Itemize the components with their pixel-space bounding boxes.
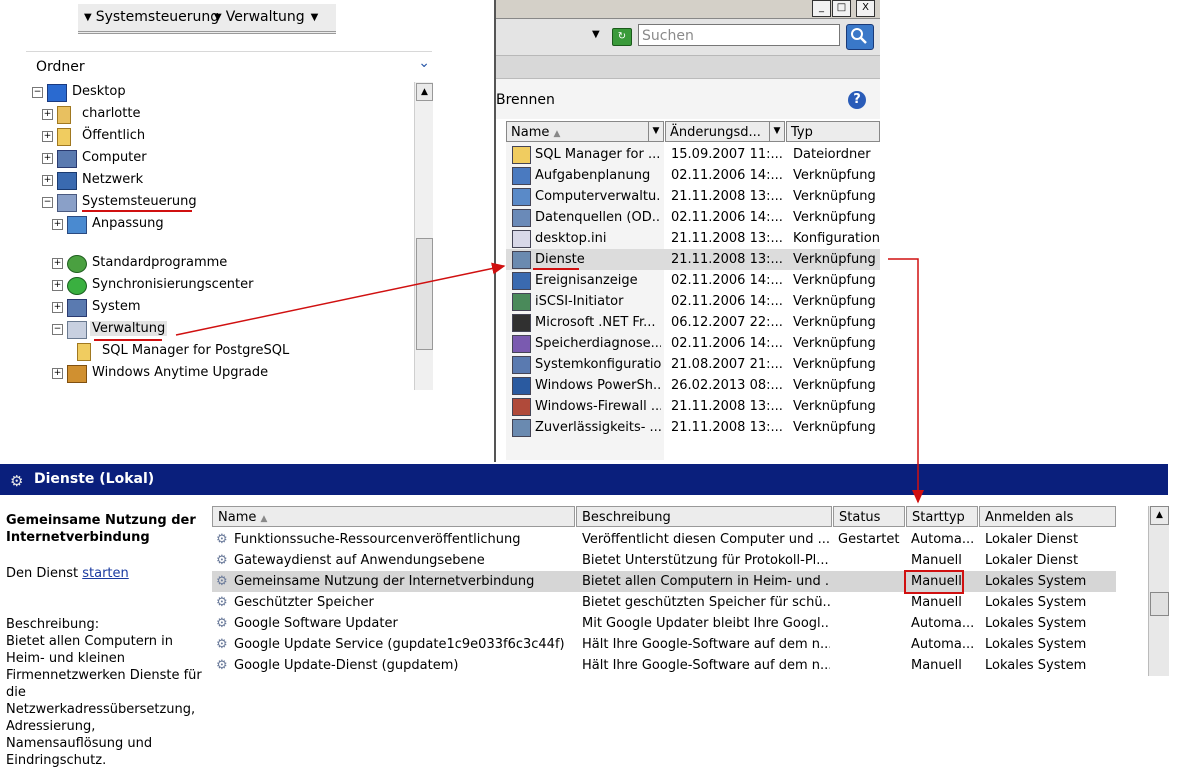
annotation-arrows: [175, 258, 924, 504]
arrow-verwaltung-to-dienste: [175, 262, 506, 336]
arrow-dienste-to-starttyp: [888, 258, 924, 504]
